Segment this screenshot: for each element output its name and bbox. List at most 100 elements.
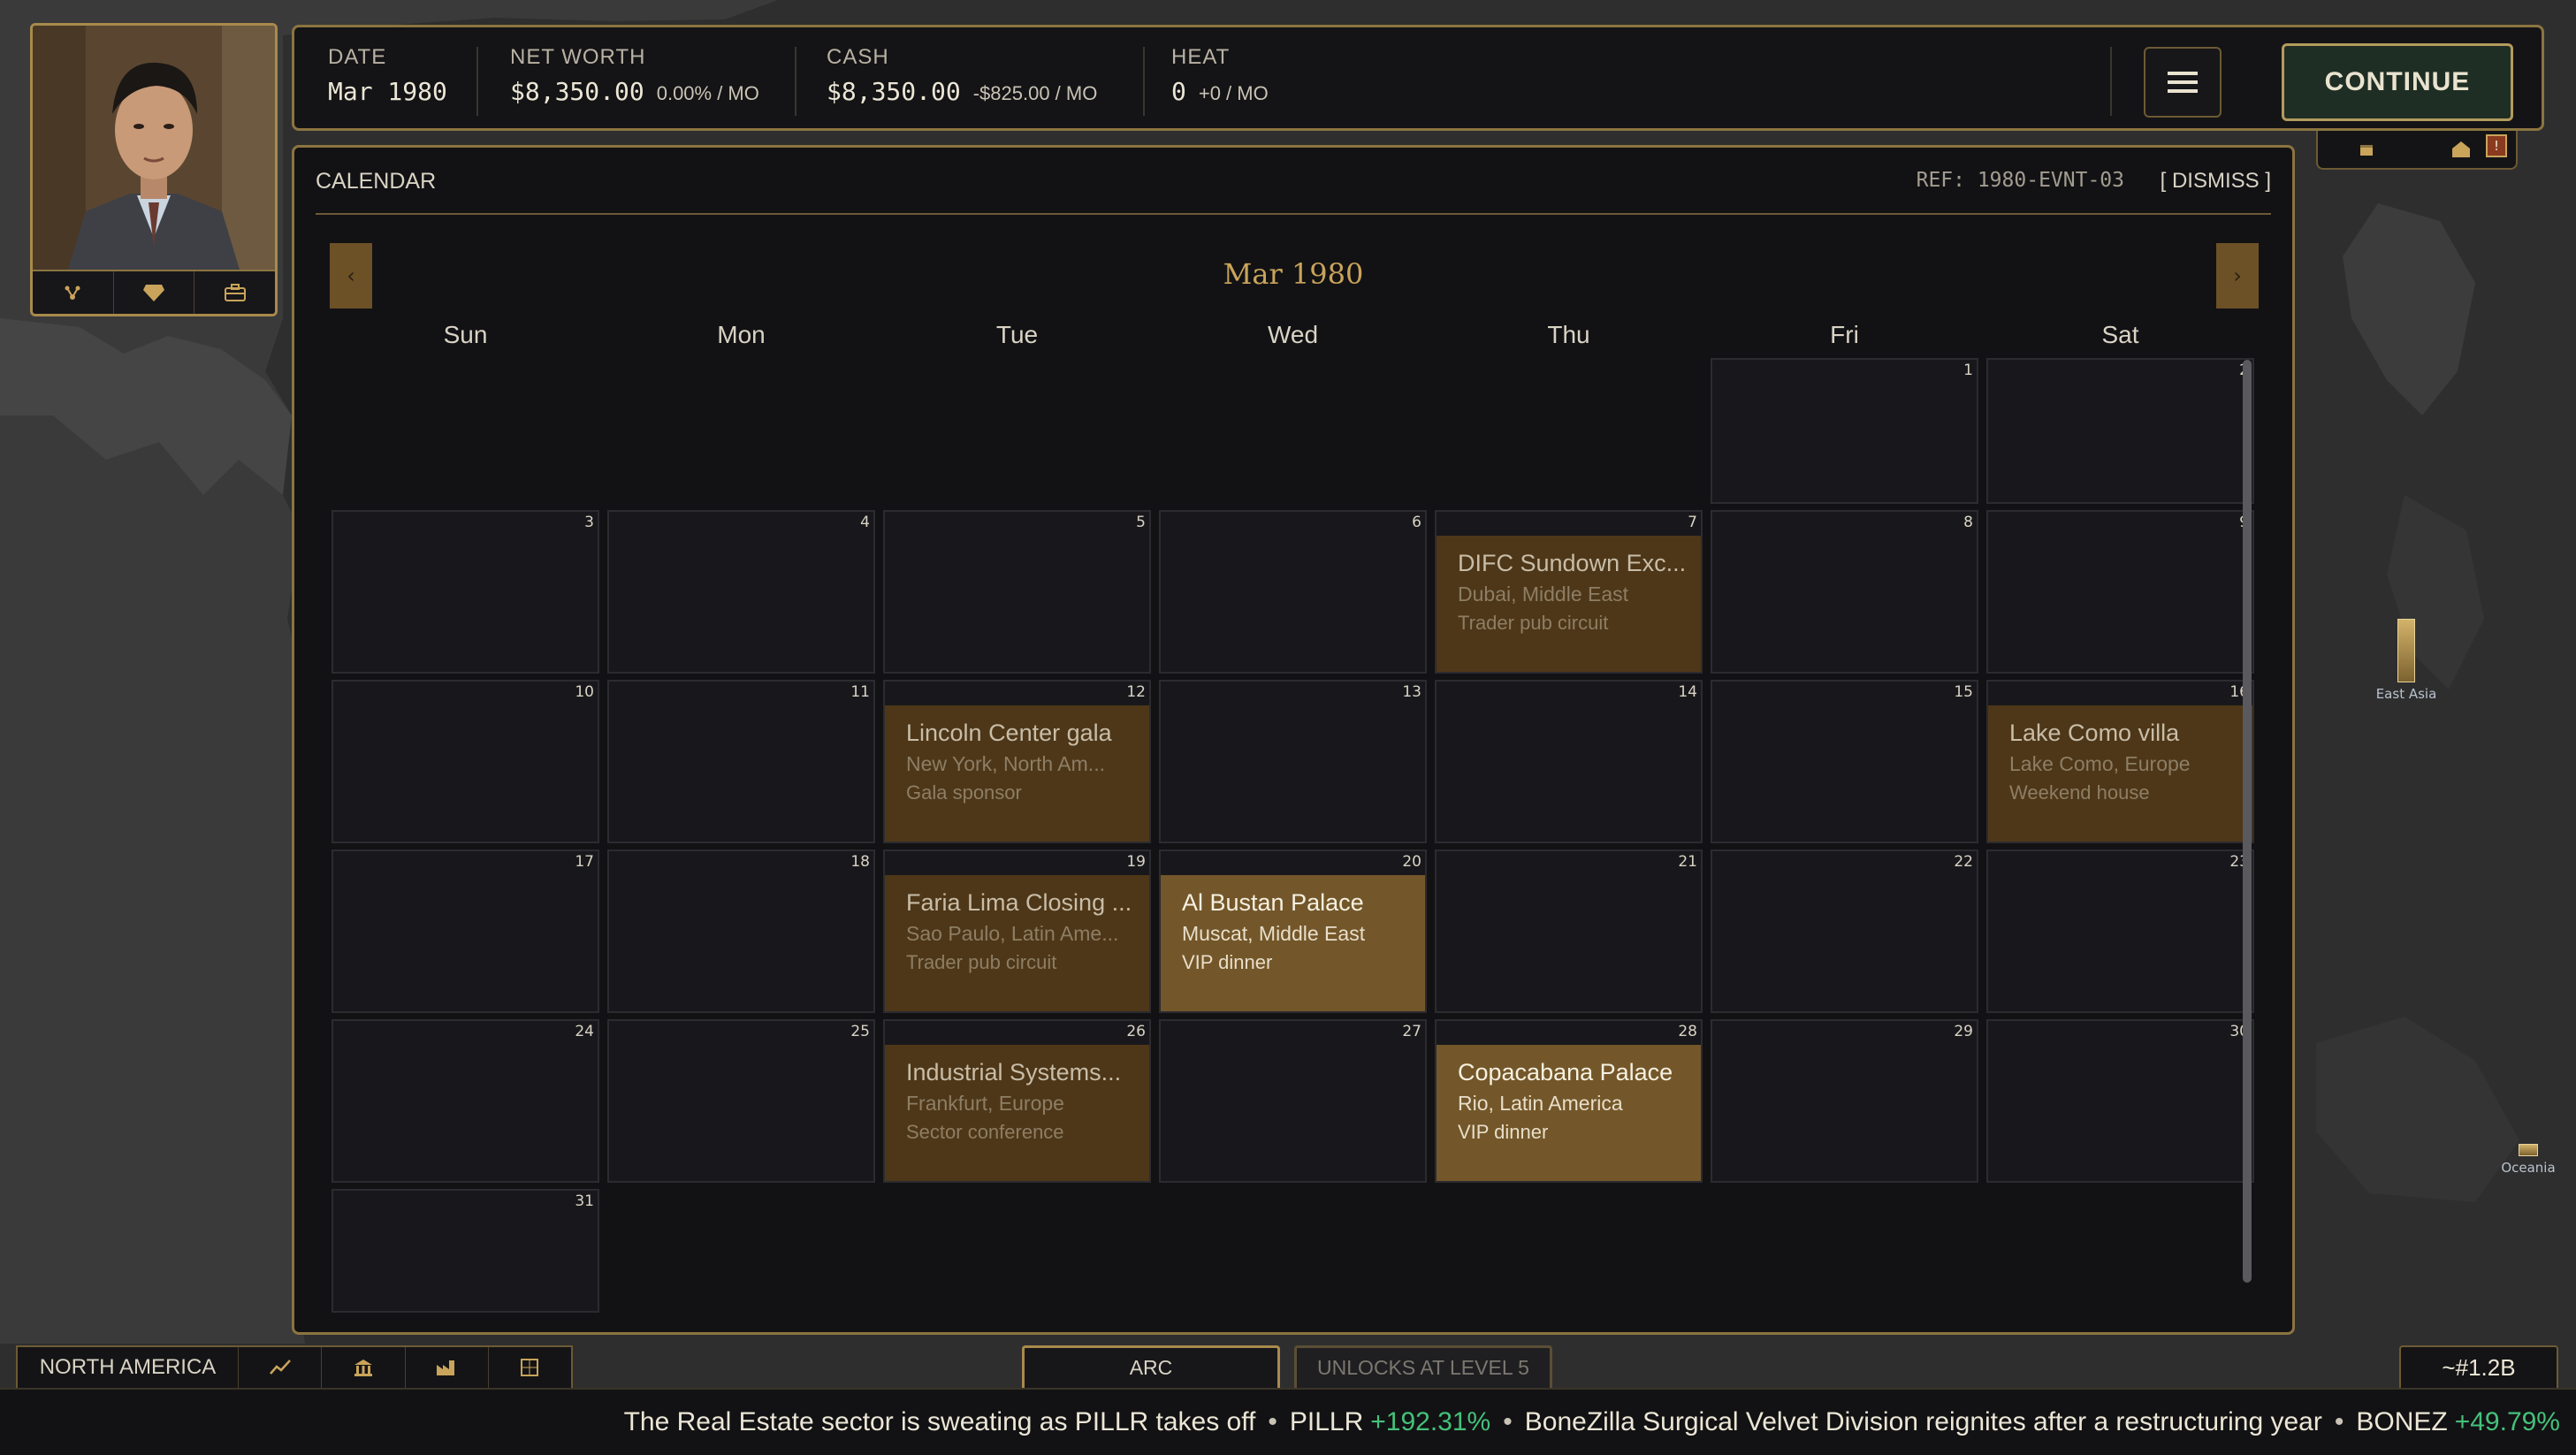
event-card[interactable]: Copacabana Palace Rio, Latin America VIP d…	[1437, 1045, 1701, 1181]
event-title: Industrial Systems...	[906, 1059, 1122, 1086]
day-number: 7	[1688, 514, 1697, 531]
heat-stat[interactable]: HEAT 0 +0 / MO	[1171, 45, 1269, 106]
chart-icon	[269, 1360, 291, 1375]
ticker-item[interactable]: PILLR	[1290, 1407, 1363, 1437]
character-portrait[interactable]	[33, 26, 275, 270]
map-region-marker-oceania[interactable]: Oceania	[2493, 1144, 2564, 1176]
heat-value: 0	[1171, 77, 1186, 106]
continue-button[interactable]: CONTINUE	[2282, 43, 2513, 121]
calendar-icon[interactable]	[2359, 141, 2374, 157]
tab-locked[interactable]: UNLOCKS AT LEVEL 5	[1294, 1345, 1552, 1388]
region-label: Oceania	[2501, 1160, 2556, 1176]
region-tab-markets[interactable]	[239, 1347, 323, 1388]
day-cell[interactable]: 21	[1435, 849, 1703, 1013]
day-cell[interactable]: 24	[332, 1019, 599, 1183]
business-tool-button[interactable]	[194, 271, 275, 314]
avatar-toolbar	[33, 270, 275, 314]
day-cell[interactable]: 23	[1986, 849, 2254, 1013]
day-cell[interactable]: 12 Lincoln Center gala New York, North Am.…	[883, 680, 1151, 843]
day-cell[interactable]: 26 Industrial Systems... Frankfurt, Europe…	[883, 1019, 1151, 1183]
status-bar: DATE Mar 1980 NET WORTH $8,350.00 0.00% /…	[292, 25, 2544, 131]
day-cell[interactable]: 3	[332, 510, 599, 674]
day-cell[interactable]: 9	[1986, 510, 2254, 674]
event-location: Frankfurt, Europe	[906, 1092, 1064, 1115]
cash-label: CASH	[827, 45, 889, 69]
region-tab-banks[interactable]	[322, 1347, 406, 1388]
day-cell[interactable]: 1	[1711, 358, 1978, 504]
ticker-item[interactable]: BoneZilla Surgical Velvet Division reign…	[1525, 1407, 2322, 1437]
grid-icon	[521, 1359, 539, 1376]
day-number: 14	[1678, 683, 1697, 701]
day-cell[interactable]: 30	[1986, 1019, 2254, 1183]
tab-arc[interactable]: ARC	[1022, 1345, 1280, 1388]
day-cell[interactable]: 18	[607, 849, 875, 1013]
stat-divider	[1143, 47, 1145, 116]
day-cell[interactable]: 7 DIFC Sundown Exc... Dubai, Middle East Tr…	[1435, 510, 1703, 674]
day-cell[interactable]: 11	[607, 680, 875, 843]
day-cell[interactable]: 17	[332, 849, 599, 1013]
day-number: 26	[1126, 1023, 1146, 1040]
day-cell[interactable]: 27	[1159, 1019, 1427, 1183]
event-location: Dubai, Middle East	[1458, 583, 1629, 606]
day-cell[interactable]: 20 Al Bustan Palace Muscat, Middle East VIP…	[1159, 849, 1427, 1013]
menu-button[interactable]	[2144, 47, 2222, 118]
day-cell[interactable]: 6	[1159, 510, 1427, 674]
weekday-label: Mon	[717, 321, 766, 348]
day-number: 15	[1954, 683, 1973, 701]
event-card[interactable]: Industrial Systems... Frankfurt, Europe Se…	[885, 1045, 1149, 1181]
day-number: 13	[1402, 683, 1421, 701]
day-cell[interactable]: 16 Lake Como villa Lake Como, Europe Weeken…	[1986, 680, 2254, 843]
network-tool-button[interactable]	[33, 271, 114, 314]
weekday-label: Thu	[1547, 321, 1590, 348]
net-worth-stat[interactable]: NET WORTH $8,350.00 0.00% / MO	[510, 45, 759, 106]
ticker-item[interactable]: BONEZ	[2356, 1407, 2447, 1437]
next-month-button[interactable]: ›	[2216, 243, 2259, 309]
day-cell[interactable]: 8	[1711, 510, 1978, 674]
region-influence-bar	[2397, 619, 2415, 682]
date-stat: DATE Mar 1980	[328, 45, 447, 106]
day-cell[interactable]: 22	[1711, 849, 1978, 1013]
alert-badge[interactable]: !	[2486, 134, 2507, 157]
network-icon	[65, 286, 80, 300]
house-icon[interactable]	[2450, 140, 2472, 159]
day-cell[interactable]: 5	[883, 510, 1151, 674]
cash-stat[interactable]: CASH $8,350.00 -$825.00 / MO	[827, 45, 1097, 106]
day-cell[interactable]: 10	[332, 680, 599, 843]
day-cell[interactable]: 13	[1159, 680, 1427, 843]
region-selector[interactable]: NORTH AMERICA	[18, 1347, 239, 1388]
ticker-item[interactable]: The Real Estate sector is sweating as PI…	[624, 1407, 1256, 1437]
day-cell[interactable]: 2	[1986, 358, 2254, 504]
event-card[interactable]: Al Bustan Palace Muscat, Middle East VIP d…	[1161, 875, 1425, 1011]
weekday-label: Sat	[2101, 321, 2139, 348]
calendar-divider	[316, 213, 2271, 215]
day-cell[interactable]: 15	[1711, 680, 1978, 843]
event-card[interactable]: Lake Como villa Lake Como, Europe Weekend …	[1988, 705, 2252, 842]
day-cell[interactable]: 25	[607, 1019, 875, 1183]
day-number: 27	[1402, 1023, 1421, 1040]
calendar-scrollbar[interactable]	[2243, 360, 2252, 1283]
event-card[interactable]: DIFC Sundown Exc... Dubai, Middle East Tra…	[1437, 536, 1701, 672]
day-cell[interactable]: 19 Faria Lima Closing ... Sao Paulo, Latin…	[883, 849, 1151, 1013]
event-type: Trader pub circuit	[906, 951, 1057, 973]
day-cell[interactable]: 28 Copacabana Palace Rio, Latin America VIP…	[1435, 1019, 1703, 1183]
calendar-title: CALENDAR	[316, 169, 437, 194]
event-title: Copacabana Palace	[1458, 1059, 1673, 1086]
dismiss-button[interactable]: [ DISMISS ]	[2161, 169, 2271, 194]
event-title: Faria Lima Closing ...	[906, 889, 1132, 916]
event-title: Lincoln Center gala	[906, 720, 1112, 746]
event-card[interactable]: Lincoln Center gala New York, North Am...…	[885, 705, 1149, 842]
day-cell[interactable]: 4	[607, 510, 875, 674]
map-region-marker-east-asia[interactable]: East Asia	[2371, 619, 2442, 702]
assets-tool-button[interactable]	[114, 271, 195, 314]
date-value: Mar 1980	[328, 77, 447, 106]
day-cell[interactable]: 14	[1435, 680, 1703, 843]
event-card[interactable]: Faria Lima Closing ... Sao Paulo, Latin A…	[885, 875, 1149, 1011]
region-tab-properties[interactable]	[489, 1347, 571, 1388]
diamond-icon	[143, 285, 164, 301]
event-type: VIP dinner	[1182, 951, 1273, 973]
region-tab-industry[interactable]	[406, 1347, 489, 1388]
day-cell[interactable]: 29	[1711, 1019, 1978, 1183]
day-cell[interactable]: 31	[332, 1189, 599, 1313]
event-location: New York, North Am...	[906, 752, 1105, 775]
bank-icon	[354, 1360, 372, 1376]
